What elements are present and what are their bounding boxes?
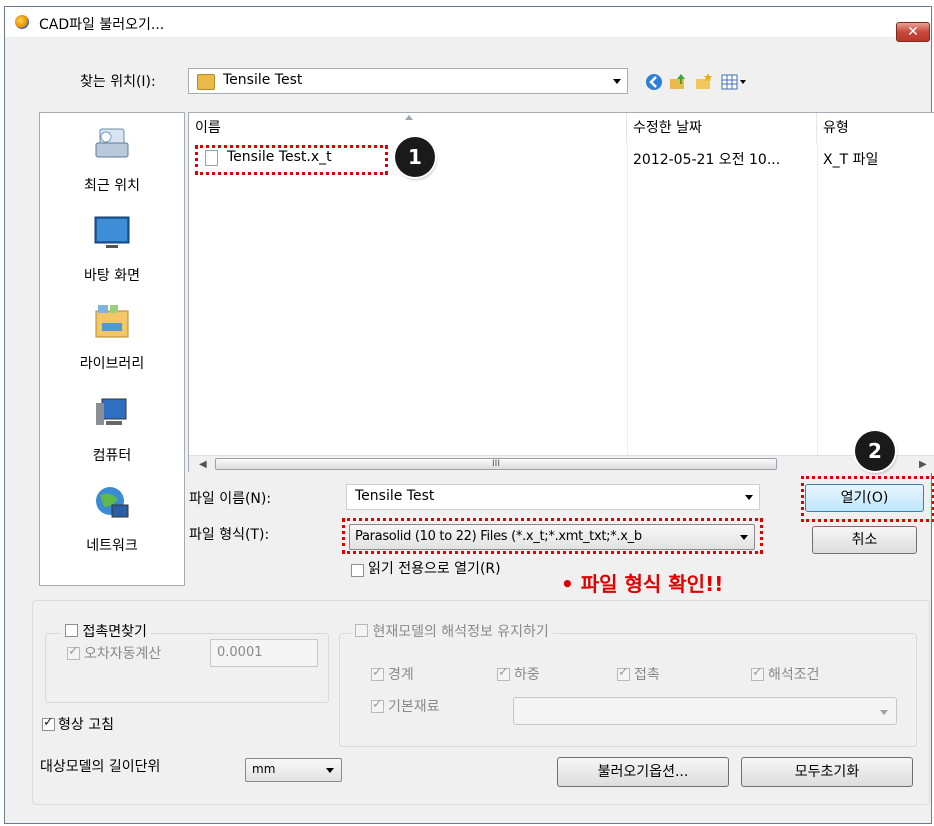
up-folder-icon[interactable]	[669, 73, 687, 91]
chevron-down-icon	[745, 495, 753, 500]
import-cad-dialog: CAD파일 불러오기... ✕ 찾는 위치(I): Tensile Test 최…	[4, 6, 934, 824]
close-icon[interactable]: ✕	[896, 22, 930, 42]
unit-label: 대상모델의 길이단위	[40, 759, 161, 775]
highlight-file	[195, 145, 388, 175]
place-recent[interactable]: 최근 위치	[40, 123, 184, 195]
library-icon	[95, 305, 129, 338]
keep-analysis-checkbox[interactable]	[751, 665, 764, 681]
column-date-label: 수정한 날짜	[633, 120, 702, 136]
recent-places-icon	[95, 128, 129, 158]
tolerance-value: 0.0001	[217, 645, 263, 660]
places-bar: 최근 위치 바탕 화면 라이브러리 컴퓨터 네트워크	[39, 112, 185, 586]
keep-boundary-label: 경계	[388, 667, 414, 683]
scroll-thumb[interactable]: III	[215, 458, 777, 470]
cancel-button[interactable]: 취소	[812, 526, 917, 554]
contact-label: 접촉면찾기	[82, 624, 147, 640]
back-icon[interactable]	[645, 73, 663, 91]
contact-checkbox[interactable]	[65, 624, 78, 637]
keep-boundary-checkbox[interactable]	[371, 665, 384, 681]
keep-contact-checkbox[interactable]	[617, 665, 630, 681]
lookin-label: 찾는 위치(I):	[80, 74, 156, 90]
network-icon	[96, 487, 129, 518]
place-desktop-label: 바탕 화면	[84, 268, 140, 284]
place-network-label: 네트워크	[86, 538, 138, 554]
folder-icon	[197, 74, 215, 90]
keep-material-checkbox[interactable]	[371, 697, 384, 713]
chevron-down-icon	[326, 768, 334, 773]
app-icon	[15, 15, 29, 29]
scroll-right-icon[interactable]: ▶	[919, 459, 927, 470]
desktop-icon	[94, 216, 130, 248]
tolerance-input[interactable]: 0.0001	[210, 639, 318, 667]
column-divider	[817, 143, 818, 455]
keep-load-checkbox[interactable]	[497, 665, 510, 681]
filetype-label: 파일 형식(T):	[189, 527, 270, 543]
reset-all-button[interactable]: 모두초기화	[741, 757, 913, 787]
chevron-down-icon	[613, 79, 621, 84]
readonly-checkbox[interactable]	[351, 564, 364, 577]
window-title: CAD파일 불러오기...	[39, 17, 165, 33]
place-computer-label: 컴퓨터	[92, 448, 132, 464]
place-network[interactable]: 네트워크	[40, 483, 184, 555]
lookin-combo[interactable]: Tensile Test	[188, 68, 628, 94]
scroll-left-icon[interactable]: ◀	[199, 459, 207, 470]
file-date: 2012-05-21 오전 10...	[633, 152, 781, 168]
place-desktop[interactable]: 바탕 화면	[40, 213, 184, 285]
shape-fix-checkbox[interactable]	[42, 715, 55, 731]
highlight-open	[801, 476, 934, 522]
new-folder-icon[interactable]	[695, 73, 713, 91]
computer-icon	[96, 398, 127, 425]
file-type: X_T 파일	[823, 152, 879, 168]
shape-fix-label: 형상 고침	[58, 717, 114, 733]
chevron-down-icon	[880, 710, 888, 715]
place-library-label: 라이브러리	[79, 356, 145, 372]
place-library[interactable]: 라이브러리	[40, 301, 184, 373]
highlight-filetype	[342, 518, 763, 554]
step-badge-1: 1	[395, 137, 435, 177]
column-type-label: 유형	[823, 120, 849, 136]
place-computer[interactable]: 컴퓨터	[40, 393, 184, 465]
filetype-note: • 파일 형식 확인!!	[561, 572, 724, 596]
keep-info-group	[339, 633, 917, 747]
place-recent-label: 최근 위치	[84, 178, 140, 194]
sort-ascending-icon	[405, 115, 413, 120]
auto-tolerance-checkbox[interactable]	[67, 644, 80, 660]
title-bar: CAD파일 불러오기... ✕	[5, 7, 931, 42]
keep-info-checkbox[interactable]	[355, 624, 368, 637]
column-divider	[627, 143, 628, 455]
column-type[interactable]: 유형	[817, 113, 934, 143]
filename-combo[interactable]: Tensile Test	[346, 484, 760, 510]
scroll-grip: III	[492, 459, 500, 469]
keep-info-label: 현재모델의 해석정보 유지하기	[372, 624, 549, 640]
lookin-value: Tensile Test	[223, 72, 303, 88]
filename-value: Tensile Test	[355, 488, 435, 504]
contact-legend: 접촉면찾기	[61, 621, 151, 641]
unit-value: mm	[252, 762, 276, 776]
unit-select[interactable]: mm	[245, 758, 342, 782]
filename-label: 파일 이름(N):	[189, 491, 272, 507]
step-badge-2: 2	[855, 431, 895, 471]
readonly-label: 읽기 전용으로 열기(R)	[368, 561, 501, 577]
keep-info-legend: 현재모델의 해석정보 유지하기	[351, 621, 553, 641]
view-menu-icon[interactable]	[721, 73, 749, 91]
keep-contact-label: 접촉	[634, 667, 660, 683]
import-options-button[interactable]: 불러오기옵션...	[557, 757, 729, 787]
material-select[interactable]	[513, 697, 897, 725]
horizontal-scrollbar[interactable]: ◀ III ▶	[189, 455, 934, 473]
keep-material-label: 기본재료	[388, 699, 440, 715]
keep-analysis-label: 해석조건	[768, 667, 820, 683]
column-name-label: 이름	[195, 120, 221, 136]
auto-tolerance-label: 오차자동계산	[84, 646, 162, 662]
keep-load-label: 하중	[514, 667, 540, 683]
column-date[interactable]: 수정한 날짜	[627, 113, 817, 143]
